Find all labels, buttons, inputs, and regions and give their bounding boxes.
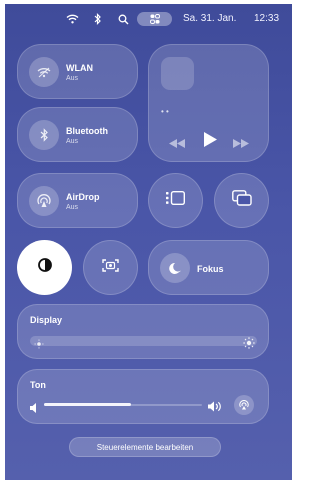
- menubar-time: 12:33: [254, 13, 280, 24]
- display-label: Display: [30, 315, 63, 325]
- control-center-panel: Sa. 31. Jan. 12:33 WLAN Aus Bluetooth Au…: [5, 4, 292, 480]
- airplay-audio-icon[interactable]: [234, 395, 254, 415]
- edit-controls-button[interactable]: Steuerelemente bearbeiten: [69, 437, 221, 457]
- now-playing-tile[interactable]: • •: [148, 44, 269, 162]
- focus-label: Fokus: [197, 264, 224, 274]
- menubar-date: Sa. 31. Jan.: [183, 13, 237, 24]
- volume-slider[interactable]: [44, 401, 202, 409]
- menu-bar: Sa. 31. Jan. 12:33: [5, 4, 292, 34]
- airdrop-icon[interactable]: [29, 186, 59, 216]
- display-tile: Display: [17, 304, 269, 359]
- wifi-icon[interactable]: [29, 57, 59, 87]
- fast-forward-icon[interactable]: [233, 135, 249, 153]
- search-icon[interactable]: [117, 12, 129, 26]
- screen-mirroring-icon: [231, 190, 252, 211]
- airdrop-status: Aus: [66, 204, 79, 211]
- track-placeholder: • •: [161, 107, 169, 116]
- control-center-icon[interactable]: [137, 12, 172, 26]
- wlan-label: WLAN: [66, 63, 93, 73]
- sound-tile: Ton: [17, 369, 269, 424]
- bluetooth-tile[interactable]: Bluetooth Aus: [17, 107, 138, 162]
- moon-icon[interactable]: [160, 253, 190, 283]
- wlan-status: Aus: [66, 75, 79, 82]
- volume-slider-fill: [44, 403, 131, 406]
- brightness-low-icon: [34, 336, 44, 354]
- bluetooth-icon[interactable]: [29, 120, 59, 150]
- airdrop-tile[interactable]: AirDrop Aus: [17, 173, 138, 228]
- screen-mirroring-button[interactable]: [214, 173, 269, 228]
- bluetooth-icon[interactable]: [93, 12, 103, 26]
- appearance-icon: [37, 258, 52, 277]
- album-artwork: [161, 57, 194, 90]
- screenshot-button[interactable]: [83, 240, 138, 295]
- rewind-icon[interactable]: [169, 135, 185, 153]
- screenshot-icon: [102, 258, 119, 277]
- brightness-high-icon: [243, 336, 255, 354]
- wifi-icon[interactable]: [65, 12, 79, 26]
- bluetooth-status: Aus: [66, 138, 79, 145]
- sound-label: Ton: [30, 380, 46, 390]
- stage-manager-button[interactable]: [148, 173, 203, 228]
- bluetooth-label: Bluetooth: [66, 126, 108, 136]
- speaker-low-icon: [30, 400, 38, 418]
- wlan-tile[interactable]: WLAN Aus: [17, 44, 138, 99]
- brightness-slider[interactable]: [30, 336, 257, 349]
- appearance-button[interactable]: [17, 240, 72, 295]
- stage-manager-icon: [166, 190, 186, 210]
- focus-tile[interactable]: Fokus: [148, 240, 269, 295]
- play-icon[interactable]: [204, 132, 217, 152]
- speaker-high-icon: [208, 399, 224, 417]
- airdrop-label: AirDrop: [66, 192, 100, 202]
